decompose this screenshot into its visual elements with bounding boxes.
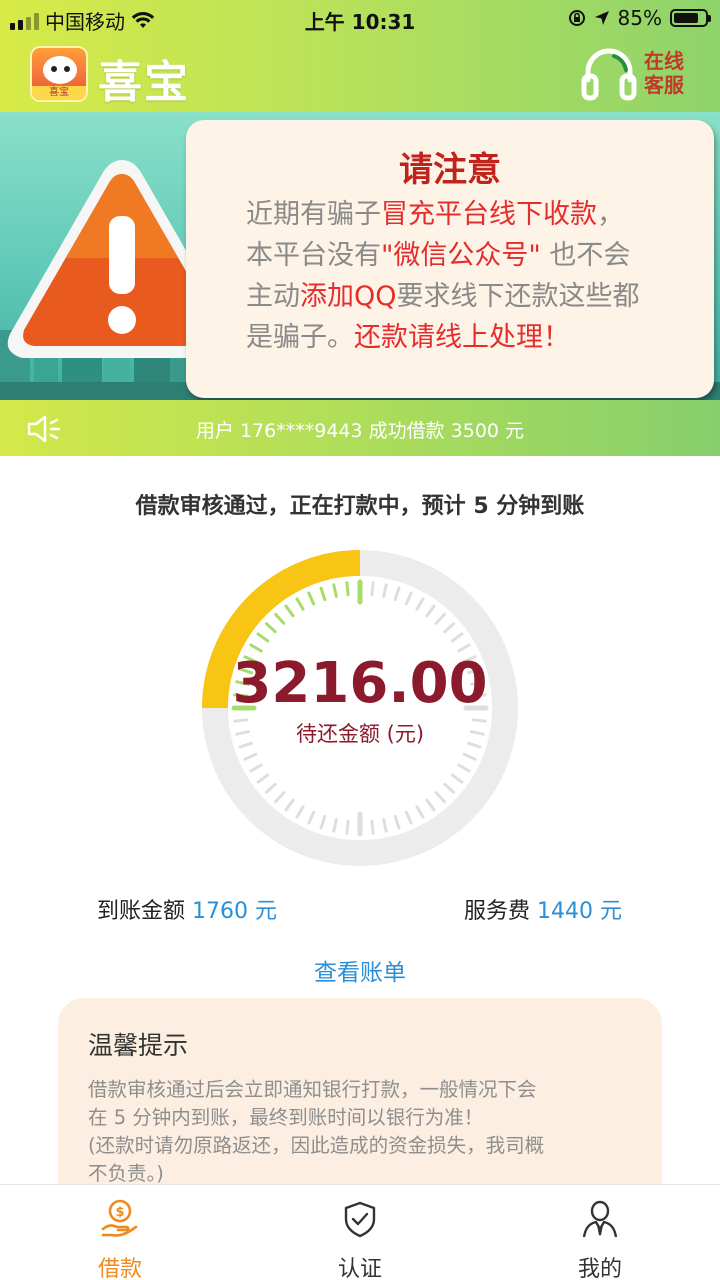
- notice-body: 近期有骗子冒充平台线下收款， 本平台没有"微信公众号" 也不会 主动添加QQ要求…: [246, 194, 706, 358]
- notice-text: ，: [597, 199, 624, 230]
- notice-text: 也不会: [540, 240, 631, 271]
- notice-text: 要求线下还款这些都: [396, 281, 640, 312]
- notice-highlight: "微信公众号": [381, 240, 541, 271]
- tab-loan-label: 借款: [97, 1257, 142, 1280]
- app-title: 喜宝: [98, 57, 190, 108]
- svg-text:$: $: [115, 1205, 124, 1220]
- tab-verify[interactable]: 认证: [240, 1185, 480, 1280]
- status-bar: 中国移动 上午 10:31 85%: [0, 0, 720, 38]
- customer-service-label-1: 在线: [644, 49, 684, 73]
- notice-highlight: 冒充平台线下收款: [381, 199, 597, 230]
- notice-text: 本平台没有: [246, 240, 381, 271]
- loan-status-text: 借款审核通过，正在打款中，预计 5 分钟到账: [135, 494, 585, 519]
- notice-title: 请注意: [399, 150, 501, 190]
- shield-check-icon: [344, 1201, 376, 1238]
- notice-highlight: 添加QQ: [300, 281, 397, 312]
- tab-mine-label: 我的: [577, 1257, 622, 1280]
- service-fee: 服务费 1440 元: [464, 893, 622, 925]
- tab-mine[interactable]: 我的: [480, 1185, 720, 1280]
- tips-body: 借款审核通过后会立即通知银行打款，一般情况下会 在 5 分钟内到账，最终到账时间…: [88, 1076, 648, 1188]
- gauge-tick: [370, 819, 375, 835]
- ticker-message: 用户 176****9443 成功借款 3500 元: [195, 420, 525, 442]
- notice-text: 主动: [246, 281, 300, 312]
- pending-repayment-label: 待还金额 (元): [295, 722, 425, 746]
- tab-verify-label: 认证: [337, 1257, 382, 1280]
- person-icon: [582, 1200, 618, 1238]
- tips-line: 借款审核通过后会立即通知银行打款，一般情况下会: [88, 1078, 537, 1101]
- headset-icon: [581, 48, 637, 101]
- battery-icon: [670, 9, 711, 27]
- gauge-tick: [370, 581, 375, 597]
- gauge-tick: [345, 819, 350, 835]
- app-header: 中国移动 上午 10:31 85% 喜宝 喜宝 在线 客服: [0, 0, 720, 112]
- location-arrow-icon: [594, 11, 609, 25]
- view-bill-link[interactable]: 查看账单: [0, 953, 720, 987]
- loan-ticker: 用户 176****9443 成功借款 3500 元: [0, 400, 720, 456]
- customer-service-button[interactable]: 在线 客服: [580, 44, 692, 102]
- notice-highlight: 还款请线上处理！: [354, 322, 570, 353]
- tab-loan[interactable]: $ 借款: [0, 1185, 240, 1280]
- received-amount: 到账金额 1760 元: [97, 893, 277, 925]
- gauge-tick: [345, 581, 350, 597]
- tips-line: 在 5 分钟内到账，最终到账时间以银行为准！: [88, 1106, 484, 1129]
- rotation-lock-icon: [568, 10, 585, 26]
- pending-repayment-amount: 3216.00: [232, 651, 488, 716]
- customer-service-label-2: 客服: [644, 73, 684, 97]
- received-amount-value: 1760 元: [192, 899, 277, 924]
- tips-line: (还款时请勿原路返还，因此造成的资金损失，我司概: [88, 1134, 545, 1157]
- tips-title: 温馨提示: [88, 1031, 189, 1060]
- notice-text: 近期有骗子: [246, 199, 381, 230]
- notice-card: 请注意 近期有骗子冒充平台线下收款， 本平台没有"微信公众号" 也不会 主动添加…: [186, 120, 714, 398]
- service-fee-label: 服务费: [464, 899, 531, 924]
- battery-percent: 85%: [617, 6, 662, 30]
- loan-icon: $: [101, 1199, 138, 1237]
- logo-tag: 喜宝: [32, 86, 86, 100]
- tips-card: 温馨提示 借款审核通过后会立即通知银行打款，一般情况下会 在 5 分钟内到账，最…: [58, 998, 662, 1198]
- fraud-notice-banner: 请注意 近期有骗子冒充平台线下收款， 本平台没有"微信公众号" 也不会 主动添加…: [0, 112, 720, 400]
- service-fee-value: 1440 元: [537, 899, 622, 924]
- notice-text: 是骗子。: [246, 322, 354, 353]
- bottom-tab-bar: $ 借款 认证 我的: [0, 1184, 720, 1280]
- app-logo: 喜宝: [30, 46, 88, 102]
- received-amount-label: 到账金额: [97, 899, 186, 924]
